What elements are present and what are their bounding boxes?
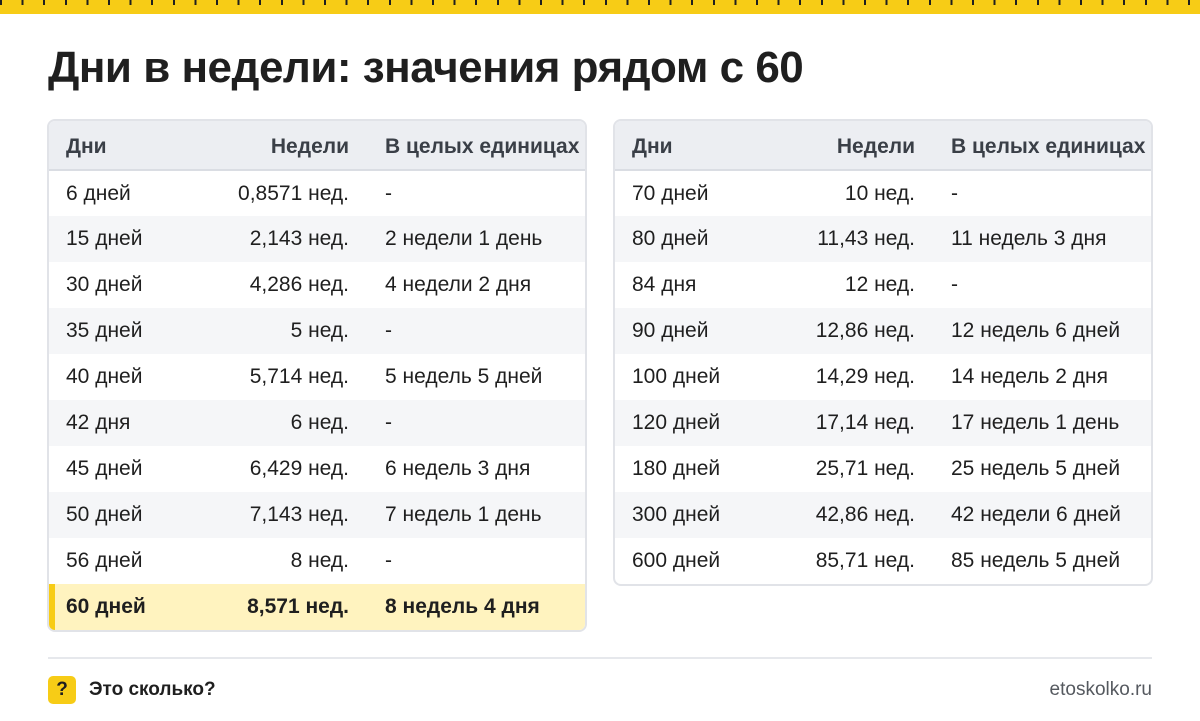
table-row: 120 дней 17,14 нед. 17 недель 1 день bbox=[615, 400, 1151, 446]
table-row: 35 дней 5 нед. - bbox=[49, 308, 585, 354]
table-header-row: Дни Недели В целых единицах bbox=[615, 121, 1151, 171]
table-row: 70 дней 10 нед. - bbox=[615, 170, 1151, 216]
whole-units-cell: 5 недель 5 дней bbox=[385, 365, 543, 388]
whole-units-cell: 2 недели 1 день bbox=[385, 227, 543, 250]
days-cell: 15 дней bbox=[66, 227, 143, 250]
table-row: 300 дней 42,86 нед. 42 недели 6 дней bbox=[615, 492, 1151, 538]
days-cell: 300 дней bbox=[632, 503, 721, 526]
column-header-whole-units: В целых единицах bbox=[349, 121, 585, 171]
site-url[interactable]: etoskolko.ru bbox=[1050, 679, 1152, 701]
weeks-cell: 6,429 нед. bbox=[249, 457, 349, 480]
footer-divider bbox=[48, 657, 1152, 659]
column-header-whole-units: В целых единицах bbox=[915, 121, 1151, 171]
days-cell: 35 дней bbox=[66, 319, 143, 342]
table-row: 60 дней 8,571 нед. 8 недель 4 дня bbox=[49, 584, 585, 630]
days-cell: 40 дней bbox=[66, 365, 143, 388]
weeks-cell: 12,86 нед. bbox=[815, 319, 915, 342]
weeks-cell: 2,143 нед. bbox=[249, 227, 349, 250]
weeks-cell: 4,286 нед. bbox=[249, 273, 349, 296]
whole-units-cell: 25 недель 5 дней bbox=[951, 457, 1121, 480]
conversion-table-right: Дни Недели В целых единицах 70 дней 10 не… bbox=[613, 119, 1153, 586]
column-header-weeks: Недели bbox=[775, 121, 915, 171]
weeks-cell: 6 нед. bbox=[290, 411, 349, 434]
question-logo-icon: ? bbox=[48, 676, 76, 704]
ruler-decoration bbox=[0, 0, 1200, 14]
whole-units-cell: 14 недель 2 дня bbox=[951, 365, 1109, 388]
table-row: 15 дней 2,143 нед. 2 недели 1 день bbox=[49, 216, 585, 262]
whole-units-cell: - bbox=[385, 549, 392, 572]
weeks-cell: 5 нед. bbox=[290, 319, 349, 342]
page-title: Дни в недели: значения рядом с 60 bbox=[48, 43, 804, 92]
whole-units-cell: 8 недель 4 дня bbox=[385, 595, 540, 618]
conversion-table-left: Дни Недели В целых единицах 6 дней 0,8571… bbox=[47, 119, 587, 632]
table-header-row: Дни Недели В целых единицах bbox=[49, 121, 585, 171]
weeks-cell: 10 нед. bbox=[844, 181, 915, 205]
table-row: 100 дней 14,29 нед. 14 недель 2 дня bbox=[615, 354, 1151, 400]
days-cell: 42 дня bbox=[66, 411, 131, 434]
weeks-cell: 8 нед. bbox=[290, 549, 349, 572]
whole-units-cell: 17 недель 1 день bbox=[951, 411, 1120, 434]
days-cell: 70 дней bbox=[632, 181, 709, 205]
weeks-cell: 14,29 нед. bbox=[815, 365, 915, 388]
whole-units-cell: 11 недель 3 дня bbox=[951, 227, 1107, 250]
whole-units-cell: 12 недель 6 дней bbox=[951, 319, 1121, 342]
days-cell: 120 дней bbox=[632, 411, 721, 434]
days-cell: 6 дней bbox=[66, 181, 131, 205]
weeks-cell: 85,71 нед. bbox=[815, 549, 915, 572]
weeks-cell: 12 нед. bbox=[844, 273, 915, 296]
whole-units-cell: 42 недели 6 дней bbox=[951, 503, 1121, 526]
whole-units-cell: 85 недель 5 дней bbox=[951, 549, 1121, 572]
table-row: 40 дней 5,714 нед. 5 недель 5 дней bbox=[49, 354, 585, 400]
weeks-cell: 7,143 нед. bbox=[249, 503, 349, 526]
table-row: 80 дней 11,43 нед. 11 недель 3 дня bbox=[615, 216, 1151, 262]
table-row: 180 дней 25,71 нед. 25 недель 5 дней bbox=[615, 446, 1151, 492]
weeks-cell: 8,571 нед. bbox=[247, 595, 349, 618]
table-row: 45 дней 6,429 нед. 6 недель 3 дня bbox=[49, 446, 585, 492]
whole-units-cell: - bbox=[951, 181, 958, 205]
whole-units-cell: - bbox=[385, 411, 392, 434]
weeks-cell: 11,43 нед. bbox=[817, 227, 915, 250]
whole-units-cell: - bbox=[385, 319, 392, 342]
days-cell: 60 дней bbox=[49, 584, 209, 630]
days-cell: 30 дней bbox=[66, 273, 143, 296]
weeks-cell: 17,14 нед. bbox=[815, 411, 915, 434]
table-row: 50 дней 7,143 нед. 7 недель 1 день bbox=[49, 492, 585, 538]
days-cell: 100 дней bbox=[632, 365, 721, 388]
whole-units-cell: 7 недель 1 день bbox=[385, 503, 542, 526]
column-header-days: Дни bbox=[615, 121, 775, 171]
table-row: 6 дней 0,8571 нед. - bbox=[49, 170, 585, 216]
column-header-weeks: Недели bbox=[209, 121, 349, 171]
table-row: 56 дней 8 нед. - bbox=[49, 538, 585, 584]
table-row: 42 дня 6 нед. - bbox=[49, 400, 585, 446]
weeks-cell: 5,714 нед. bbox=[249, 365, 349, 388]
days-cell: 600 дней bbox=[632, 549, 721, 572]
weeks-cell: 42,86 нед. bbox=[815, 503, 915, 526]
whole-units-cell: - bbox=[385, 181, 392, 205]
whole-units-cell: - bbox=[951, 273, 958, 296]
table-row: 84 дня 12 нед. - bbox=[615, 262, 1151, 308]
weeks-cell: 25,71 нед. bbox=[815, 457, 915, 480]
table-row: 600 дней 85,71 нед. 85 недель 5 дней bbox=[615, 538, 1151, 584]
days-cell: 90 дней bbox=[632, 319, 709, 342]
column-header-days: Дни bbox=[49, 121, 209, 171]
days-cell: 84 дня bbox=[632, 273, 697, 296]
days-cell: 180 дней bbox=[632, 457, 721, 480]
whole-units-cell: 6 недель 3 дня bbox=[385, 457, 531, 480]
days-cell: 45 дней bbox=[66, 457, 143, 480]
brand-name: Это сколько? bbox=[89, 679, 216, 700]
days-cell: 56 дней bbox=[66, 549, 143, 572]
days-cell: 50 дней bbox=[66, 503, 143, 526]
table-row: 90 дней 12,86 нед. 12 недель 6 дней bbox=[615, 308, 1151, 354]
table-row: 30 дней 4,286 нед. 4 недели 2 дня bbox=[49, 262, 585, 308]
weeks-cell: 0,8571 нед. bbox=[238, 181, 349, 205]
whole-units-cell: 4 недели 2 дня bbox=[385, 273, 532, 296]
days-cell: 80 дней bbox=[632, 227, 709, 250]
